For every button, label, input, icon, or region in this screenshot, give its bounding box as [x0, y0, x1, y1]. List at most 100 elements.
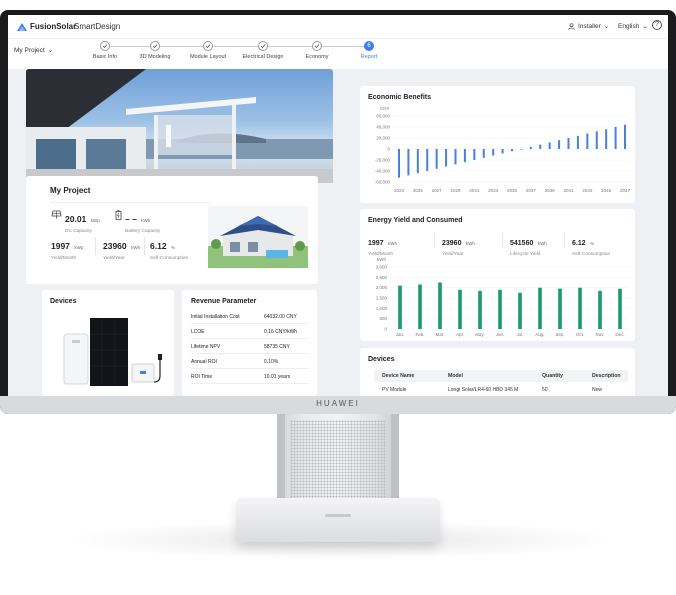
self-consumption-value: 6.12	[150, 241, 167, 251]
house-illustration	[26, 69, 333, 183]
energy-yield-card: Energy Yield and Consumed 1997 kWh Yield/…	[360, 209, 635, 341]
yield-title: Energy Yield and Consumed	[368, 217, 463, 224]
y-tick-label: -60,000	[375, 180, 391, 185]
bar	[576, 135, 579, 149]
yield-stat: 6.12 % Self-Consumption	[572, 232, 610, 257]
revenue-row: Annual ROI 0.10%	[191, 355, 309, 369]
x-tick-label: 2027	[432, 188, 443, 193]
revenue-row: Initial Installation Cost 64032.00 CNY	[191, 310, 309, 324]
revenue-row-label: LCOE	[191, 329, 205, 335]
bar	[520, 149, 523, 150]
bar	[498, 289, 502, 329]
x-tick-label: Feb.	[415, 332, 424, 337]
project-select[interactable]: My Project ⌄	[14, 46, 53, 55]
yield-stat: 1997 kWh Yield/Month	[368, 232, 397, 257]
self-consumption-label: Self-Consumption	[150, 256, 189, 261]
bar	[614, 127, 617, 149]
cell-description: New	[592, 387, 603, 393]
check-icon	[150, 41, 160, 51]
y-tick-label: 1,000	[376, 306, 388, 311]
x-tick-label: 2041	[563, 188, 574, 193]
battery-capacity: – – kWh Battery Capacity	[125, 209, 160, 234]
bar	[624, 124, 626, 149]
bar	[548, 142, 551, 149]
screen: FusionSolar SmartDesign Installer ⌄ Engl…	[8, 15, 668, 396]
yield-stat: 541560 kWh Lifecycle Yield	[510, 232, 547, 257]
stand-edge-right	[391, 414, 399, 510]
x-tick-label: Aug.	[535, 332, 544, 337]
check-icon	[203, 41, 213, 51]
yield-stat-value: 23960	[442, 240, 462, 247]
x-tick-label: 2043	[582, 188, 593, 193]
revenue-row-value: 64032.00 CNY	[264, 314, 297, 320]
bar	[398, 285, 402, 329]
x-tick-label: Oct.	[576, 332, 584, 337]
monitor-brand: HUAWEI	[316, 399, 360, 408]
bar	[482, 149, 485, 158]
revenue-row-label: Annual ROI	[191, 359, 217, 365]
divider	[95, 237, 96, 255]
economic-benefits-chart: CNY 60,000 40,000 20,000 0 -20,000 -40,000 -60,…	[375, 106, 631, 193]
x-tick-label: 2023	[394, 188, 405, 193]
bar	[518, 292, 522, 329]
project-title: My Project	[50, 186, 91, 195]
user-icon	[568, 22, 575, 30]
yield-stat-value: 6.12	[572, 240, 586, 247]
solar-panel-icon	[51, 210, 62, 219]
bar	[529, 146, 532, 149]
economic-benefits-card: Economic Benefits CNY 60,000 40,000 20,000 0…	[360, 86, 635, 203]
devices-table-header: Device Name Model Quantity Description	[374, 370, 628, 382]
language-select[interactable]: English ⌄	[618, 22, 648, 31]
bar	[618, 288, 622, 329]
yield-month: 1997 kWp Yield/Month	[51, 236, 83, 261]
user-menu[interactable]: Installer ⌄	[568, 22, 609, 30]
language-label: English	[618, 22, 640, 30]
y-axis-unit: CNY	[380, 106, 390, 111]
devices-title: Devices	[50, 298, 77, 305]
yield-stat-value: 541560	[510, 240, 534, 247]
bar	[473, 149, 476, 160]
header-description: Description	[592, 373, 621, 379]
divider	[50, 202, 210, 203]
user-label: Installer	[578, 22, 601, 30]
yield-stat: 23960 kWh Yield/Year	[442, 232, 475, 257]
yield-stat-unit: %	[590, 241, 595, 246]
help-icon[interactable]: ?	[652, 20, 662, 30]
cell-quantity: 50	[542, 387, 548, 393]
header-device-name: Device Name	[382, 373, 415, 379]
yield-stat-unit: kWh	[465, 241, 475, 246]
yield-year-label: Yield/Year	[103, 256, 125, 261]
bar	[578, 287, 582, 329]
bar	[598, 290, 602, 329]
stand-edge-left	[277, 414, 285, 510]
self-consumption-unit: %	[171, 245, 176, 250]
bar	[567, 138, 570, 149]
battery-capacity-unit: kWh	[141, 218, 151, 223]
bar	[605, 129, 608, 149]
revenue-title: Revenue Parameter	[191, 298, 257, 305]
devices-card: Devices	[42, 290, 174, 396]
y-tick-label: 0	[384, 327, 387, 332]
bar	[407, 149, 410, 176]
battery-icon	[115, 210, 122, 220]
divider	[434, 233, 435, 247]
header-model: Model	[448, 373, 463, 379]
x-tick-label: May.	[475, 332, 484, 337]
chevron-down-icon: ⌄	[642, 23, 648, 30]
battery-capacity-value: – –	[125, 214, 137, 224]
bar	[454, 149, 457, 165]
y-tick-label: 3,000	[376, 265, 388, 270]
step-6[interactable]: 6 Report	[334, 39, 404, 60]
bar	[445, 149, 448, 167]
x-tick-label: Nov.	[596, 332, 605, 337]
y-tick-label: 2,500	[376, 275, 388, 280]
battery-capacity-label: Battery Capacity	[125, 229, 161, 234]
revenue-row: LCOE 0.16 CNY/kWh	[191, 325, 309, 339]
bar	[558, 288, 562, 329]
chevron-down-icon: ⌄	[603, 23, 610, 30]
x-tick-label: Jul.	[516, 332, 523, 337]
bar	[538, 287, 542, 329]
dc-capacity-value: 20.01	[65, 214, 87, 224]
step-label: Report	[360, 54, 378, 60]
bar	[586, 133, 589, 149]
